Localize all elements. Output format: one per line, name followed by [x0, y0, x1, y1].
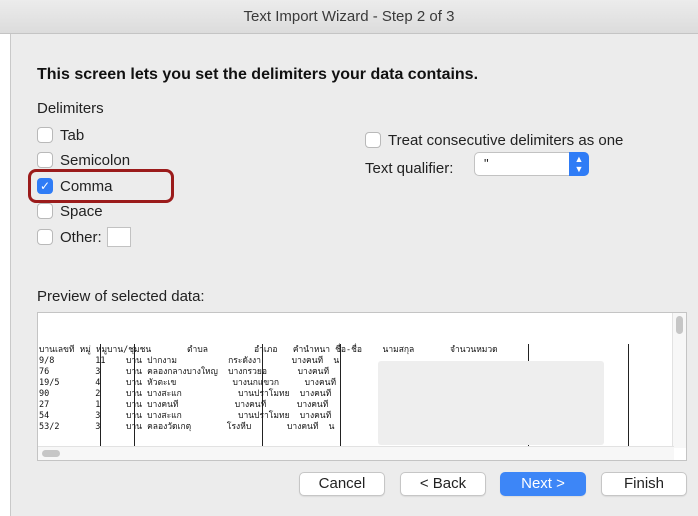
scroll-thumb[interactable]	[676, 316, 683, 334]
redacted-area	[378, 361, 604, 445]
preview-row: 90 2 บาน บางสะแก บานปราโมทย บางคนที	[39, 389, 332, 399]
data-preview[interactable]: บานเลขที หมู่ หมูบาน/ชุมชน ตำบล อำเภอ คำ…	[37, 312, 687, 461]
preview-label: Preview of selected data:	[37, 288, 205, 305]
vertical-scrollbar[interactable]	[672, 313, 686, 448]
checkbox-box[interactable]	[37, 203, 53, 219]
preview-table: บานเลขที หมู่ หมูบาน/ชุมชน ตำบล อำเภอ คำ…	[38, 313, 674, 448]
text-qualifier-label: Text qualifier:	[365, 160, 454, 177]
preview-row: 53/2 3 บาน คลองวัดเกตุ โรงหีบ บางคนที น	[39, 422, 335, 432]
preview-row: 9/8 11 บาน ปากงาม กระดังงา บางคนที น	[39, 356, 340, 366]
preview-row: บานเลขที หมู่ หมูบาน/ชุมชน ตำบล อำเภอ คำ…	[39, 345, 498, 355]
instructions-heading: This screen lets you set the delimiters …	[37, 66, 479, 83]
finish-button[interactable]: Finish	[601, 472, 687, 496]
preview-row: 19/5 4 บาน หัวตะเข บางนกแขวก บางคนที	[39, 378, 337, 388]
preview-row: 76 3 บาน คลองกลางบางใหญ บางกรวยอ บางคนที	[39, 367, 330, 377]
space-checkbox[interactable]: Space	[37, 201, 103, 221]
space-checkbox-label: Space	[60, 202, 103, 220]
updown-chevron-icon[interactable]: ▲ ▼	[569, 152, 589, 176]
semicolon-checkbox[interactable]: Semicolon	[37, 150, 130, 170]
preview-row: 27 1 บาน บางคนที บางคนที บางคนที	[39, 400, 329, 410]
column-divider	[340, 344, 341, 448]
tab-checkbox-label: Tab	[60, 126, 85, 144]
consecutive-delimiters-label: Treat consecutive delimiters as one	[388, 131, 624, 149]
tab-checkbox[interactable]: Tab	[37, 125, 84, 145]
back-button[interactable]: < Back	[400, 472, 486, 496]
cancel-button[interactable]: Cancel	[299, 472, 385, 496]
window-title: Text Import Wizard - Step 2 of 3	[0, 0, 698, 34]
delimiters-group-label: Delimiters	[37, 100, 104, 117]
horizontal-scrollbar[interactable]	[38, 446, 674, 460]
other-checkbox[interactable]: Other:	[37, 227, 131, 247]
checkbox-box[interactable]	[37, 229, 53, 245]
next-button[interactable]: Next >	[500, 472, 586, 496]
consecutive-delimiters-checkbox[interactable]: Treat consecutive delimiters as one	[365, 130, 623, 150]
checkbox-box[interactable]	[37, 127, 53, 143]
comma-highlight-box	[28, 169, 174, 203]
column-divider	[628, 344, 629, 448]
semicolon-checkbox-label: Semicolon	[60, 151, 131, 169]
checkbox-box[interactable]	[365, 132, 381, 148]
scroll-thumb[interactable]	[42, 450, 60, 457]
wizard-body: This screen lets you set the delimiters …	[10, 34, 698, 516]
checkbox-box[interactable]	[37, 152, 53, 168]
other-delimiter-input[interactable]	[106, 227, 131, 247]
other-checkbox-label: Other:	[60, 228, 102, 246]
text-qualifier-select[interactable]: " ▲ ▼	[474, 152, 589, 176]
text-qualifier-value: "	[484, 156, 489, 171]
